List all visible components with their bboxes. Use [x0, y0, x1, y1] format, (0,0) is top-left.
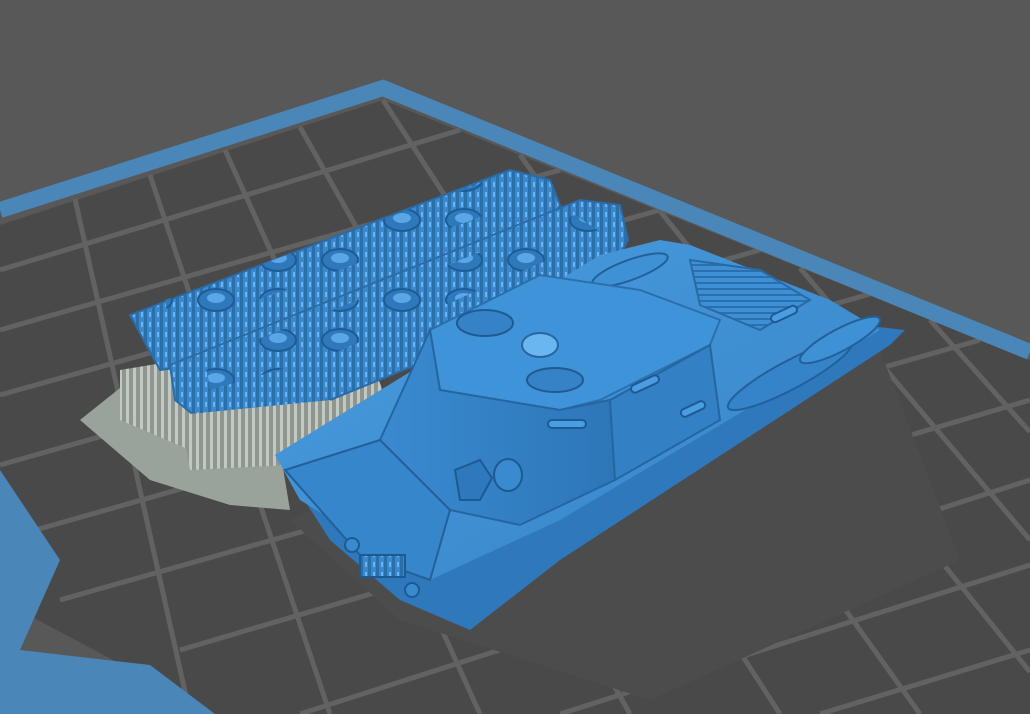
scene-canvas[interactable] — [0, 0, 1030, 714]
slicer-3d-viewport[interactable] — [0, 0, 1030, 714]
cupola — [521, 332, 559, 358]
periscope — [493, 458, 523, 492]
loader-hatch — [526, 367, 584, 393]
commander-hatch — [456, 309, 514, 337]
